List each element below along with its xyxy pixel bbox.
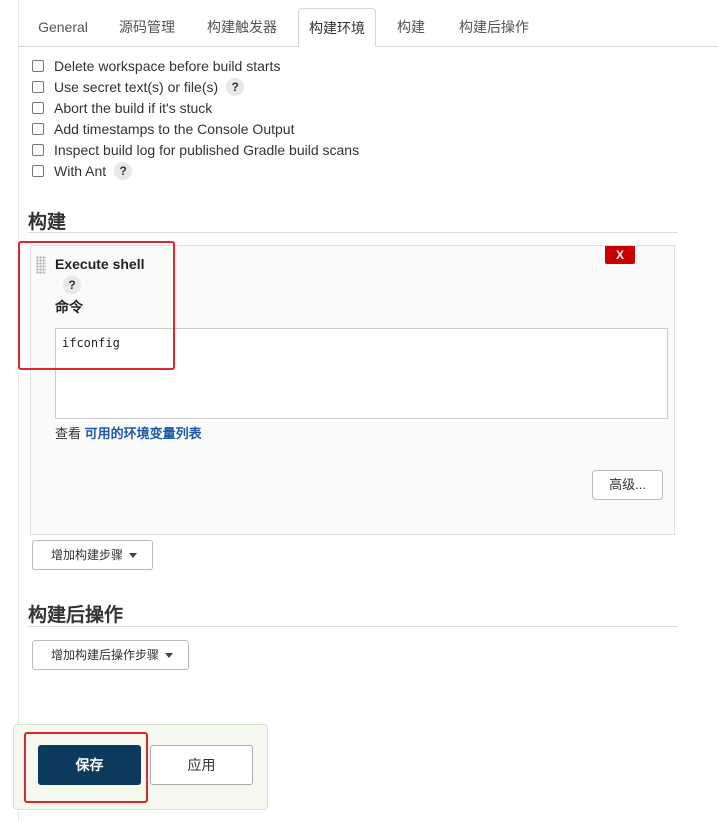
caret-down-icon — [165, 653, 174, 659]
advanced-button[interactable]: 高级... — [592, 470, 663, 500]
checkbox[interactable] — [32, 81, 44, 93]
env-prefix: 查看 — [55, 426, 82, 441]
env-vars-link[interactable]: 可用的环境变量列表 — [85, 426, 202, 441]
caret-down-icon — [129, 553, 138, 559]
build-section-title: 构建 — [28, 212, 67, 233]
tab-build-triggers[interactable]: 构建触发器 — [196, 8, 288, 46]
option-secret-text[interactable]: Use secret text(s) or file(s) ? — [32, 77, 245, 97]
command-textarea[interactable]: ifconfig — [55, 328, 668, 419]
add-post-build-step-button[interactable]: 增加构建后操作步骤 — [32, 640, 189, 670]
step-title: Execute shell — [55, 256, 145, 272]
option-label: Use secret text(s) or file(s) — [54, 79, 219, 95]
checkbox[interactable] — [32, 165, 44, 177]
option-abort-stuck[interactable]: Abort the build if it's stuck — [32, 98, 212, 118]
option-label: With Ant — [54, 163, 107, 179]
drag-handle-icon[interactable] — [36, 256, 46, 274]
help-icon[interactable]: ? — [63, 276, 81, 294]
add-build-step-label: 增加构建步骤 — [51, 548, 124, 562]
option-label: Delete workspace before build starts — [54, 58, 281, 74]
post-build-section-title: 构建后操作 — [28, 605, 124, 626]
tab-source-control[interactable]: 源码管理 — [110, 8, 184, 46]
delete-step-button[interactable]: X — [605, 246, 635, 264]
option-timestamps[interactable]: Add timestamps to the Console Output — [32, 119, 294, 139]
add-post-build-step-label: 增加构建后操作步骤 — [51, 648, 160, 662]
left-gutter — [0, 0, 19, 821]
tab-general[interactable]: General — [28, 8, 98, 46]
option-label: Add timestamps to the Console Output — [54, 121, 295, 137]
apply-button[interactable]: 应用 — [150, 745, 253, 785]
save-button[interactable]: 保存 — [38, 745, 141, 785]
tab-post-build[interactable]: 构建后操作 — [448, 8, 540, 46]
divider — [28, 232, 678, 233]
command-label: 命令 — [55, 299, 83, 315]
env-vars-hint: 查看 可用的环境变量列表 — [55, 423, 202, 442]
checkbox[interactable] — [32, 123, 44, 135]
option-gradle-scans[interactable]: Inspect build log for published Gradle b… — [32, 140, 359, 160]
help-icon[interactable]: ? — [226, 78, 245, 96]
option-with-ant[interactable]: With Ant ? — [32, 161, 133, 181]
divider — [28, 626, 678, 627]
checkbox[interactable] — [32, 144, 44, 156]
option-label: Abort the build if it's stuck — [54, 100, 213, 116]
add-build-step-button[interactable]: 增加构建步骤 — [32, 540, 153, 570]
checkbox[interactable] — [32, 102, 44, 114]
tab-build[interactable]: 构建 — [388, 8, 434, 46]
option-label: Inspect build log for published Gradle b… — [54, 142, 360, 158]
config-tabs: General 源码管理 构建触发器 构建环境 构建 构建后操作 — [18, 8, 718, 47]
option-delete-workspace[interactable]: Delete workspace before build starts — [32, 56, 280, 76]
help-icon[interactable]: ? — [114, 162, 133, 180]
tab-build-environment[interactable]: 构建环境 — [298, 8, 376, 47]
checkbox[interactable] — [32, 60, 44, 72]
